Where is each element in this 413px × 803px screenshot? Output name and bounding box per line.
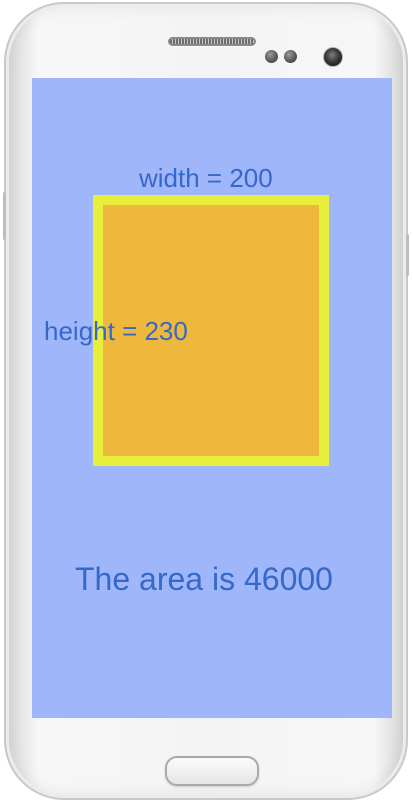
area-result-label: The area is 46000 [75, 561, 333, 597]
light-sensor-icon [284, 50, 297, 63]
home-button[interactable] [165, 756, 259, 786]
volume-key[interactable] [3, 192, 6, 240]
proximity-sensor-icon [265, 50, 278, 63]
app-screen: width = 200 height = 230 The area is 460… [32, 78, 392, 718]
height-label: height = 230 [44, 316, 188, 346]
earpiece-speaker [168, 37, 256, 46]
phone-frame: width = 200 height = 230 The area is 460… [3, 2, 409, 800]
power-key[interactable] [406, 234, 409, 276]
width-label: width = 200 [139, 163, 273, 193]
front-camera-icon [323, 47, 343, 67]
